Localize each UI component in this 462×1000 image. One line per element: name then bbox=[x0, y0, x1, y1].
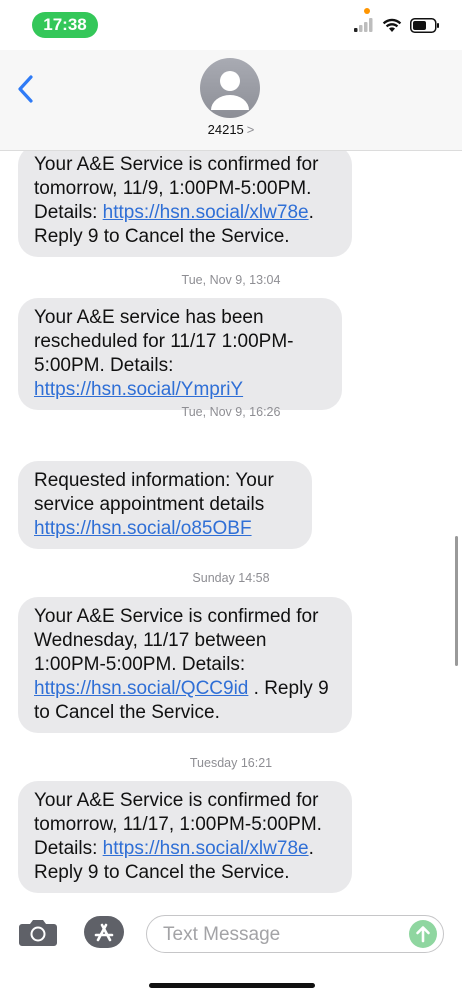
timestamp: Sunday 14:58 bbox=[192, 571, 270, 585]
contact-avatar-icon[interactable] bbox=[200, 58, 260, 118]
app-store-icon[interactable] bbox=[84, 916, 124, 948]
message-link[interactable]: https://hsn.social/YmpriY bbox=[34, 379, 243, 400]
conversation-header: 24215 > bbox=[0, 50, 462, 151]
back-chevron-icon[interactable] bbox=[16, 74, 36, 104]
message-link[interactable]: https://hsn.social/o85OBF bbox=[34, 518, 252, 539]
timestamp: Tue, Nov 9, 13:04 bbox=[181, 273, 281, 287]
battery-icon bbox=[410, 17, 439, 33]
timestamp: Tuesday 16:21 bbox=[189, 756, 273, 770]
wifi-icon bbox=[382, 18, 402, 32]
message-bubble-3[interactable]: Requested information: Your service appo… bbox=[18, 461, 312, 549]
status-time[interactable]: 17:38 bbox=[32, 12, 98, 38]
message-link[interactable]: https://hsn.social/xlw78e bbox=[103, 838, 309, 859]
message-bubble-4[interactable]: Your A&E Service is confirmed for Wednes… bbox=[18, 597, 352, 733]
contact-number: 24215 bbox=[207, 122, 244, 137]
send-arrow-icon bbox=[416, 926, 430, 943]
message-list[interactable]: Your A&E Service is confirmed for tomorr… bbox=[0, 151, 462, 898]
status-bar: 17:38 bbox=[0, 0, 462, 50]
signal-icon bbox=[354, 18, 373, 32]
status-icons bbox=[354, 14, 440, 36]
contact-name[interactable]: 24215 > bbox=[0, 122, 462, 137]
message-bubble-2[interactable]: Your A&E service has been rescheduled fo… bbox=[18, 298, 342, 410]
home-indicator[interactable] bbox=[149, 983, 315, 988]
text-message-placeholder: Text Message bbox=[163, 924, 281, 945]
send-button[interactable] bbox=[409, 920, 437, 948]
message-bubble-5[interactable]: Your A&E Service is confirmed for tomorr… bbox=[18, 781, 352, 893]
timestamp: Tue, Nov 9, 16:26 bbox=[181, 405, 281, 419]
message-link[interactable]: https://hsn.social/xlw78e bbox=[103, 202, 309, 223]
scrollbar[interactable] bbox=[455, 536, 458, 666]
text-message-field[interactable]: Text Message bbox=[146, 915, 444, 953]
message-bubble-1[interactable]: Your A&E Service is confirmed for tomorr… bbox=[18, 151, 352, 257]
message-link[interactable]: https://hsn.social/QCC9id bbox=[34, 678, 248, 699]
chevron-right-icon: > bbox=[246, 122, 255, 137]
camera-icon[interactable] bbox=[18, 918, 58, 946]
